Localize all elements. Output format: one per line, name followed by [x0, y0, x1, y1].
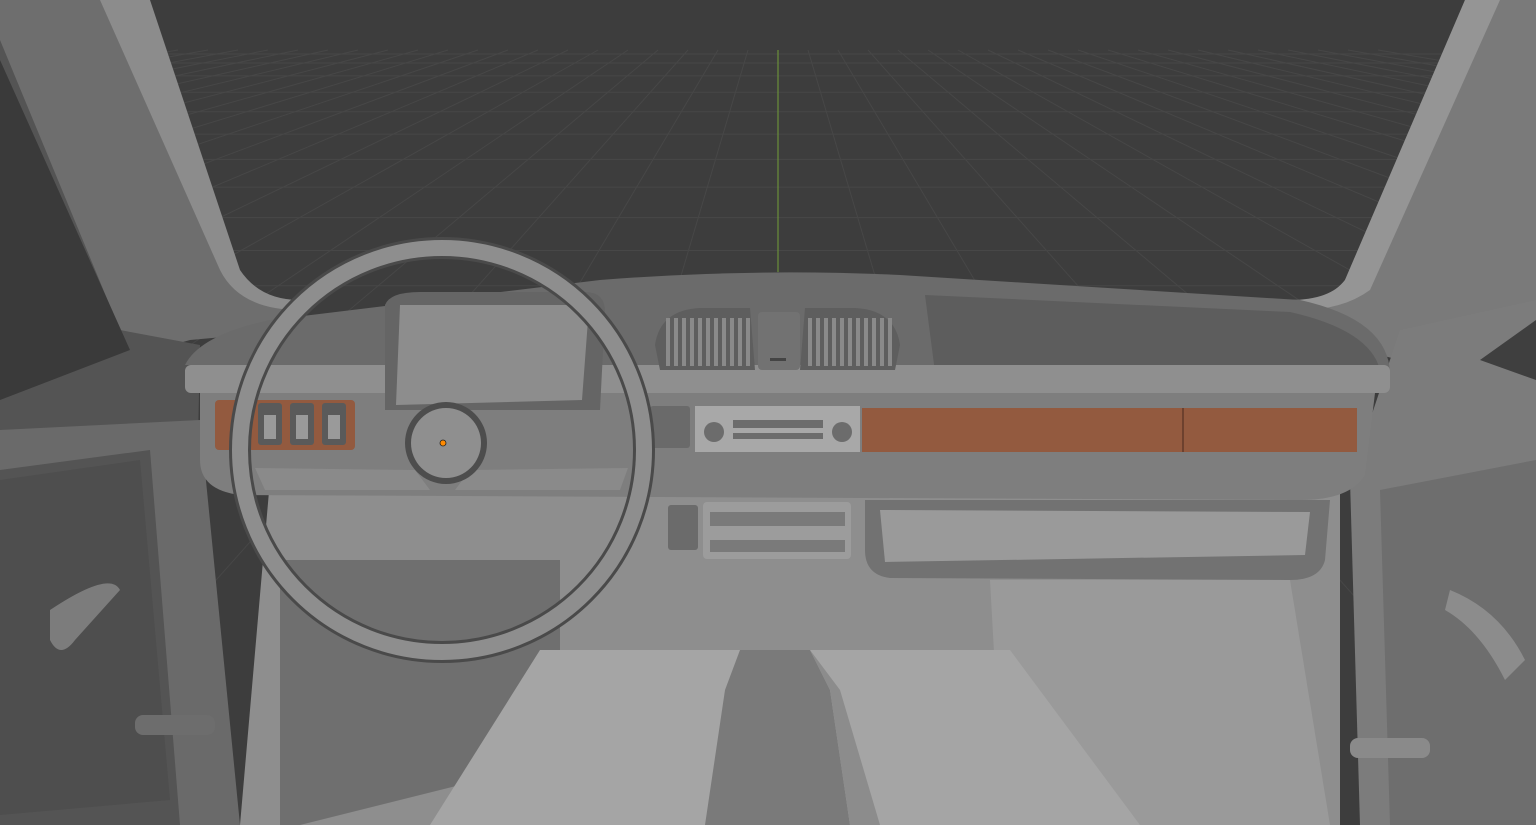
- switch-rocker: [328, 415, 340, 439]
- wheel-spoke-left: [255, 468, 430, 490]
- vent-slat: [690, 318, 694, 366]
- vent-slat: [738, 318, 742, 366]
- left-door-panel: [0, 460, 170, 815]
- vent-slat: [832, 318, 836, 366]
- heater-slider-bottom[interactable]: [710, 540, 845, 552]
- switch-rocker: [264, 415, 276, 439]
- right-wood-trim: [862, 408, 1357, 452]
- vent-slot: [770, 358, 786, 361]
- vent-slat: [856, 318, 860, 366]
- console-switch[interactable]: [668, 505, 698, 550]
- vent-slat: [888, 318, 892, 366]
- vent-slat: [698, 318, 702, 366]
- vent-control[interactable]: [758, 312, 800, 370]
- vent-slat: [714, 318, 718, 366]
- vent-slat: [816, 318, 820, 366]
- vent-slat: [746, 318, 750, 366]
- left-window-crank: [135, 715, 215, 735]
- 3d-viewport[interactable]: [0, 0, 1536, 825]
- vent-slat: [706, 318, 710, 366]
- vent-slat: [864, 318, 868, 366]
- wheel-spoke-right: [455, 468, 628, 490]
- origin-point-icon: [439, 439, 447, 447]
- vent-slat: [682, 318, 686, 366]
- ignition-panel: [650, 406, 690, 448]
- vent-slat: [872, 318, 876, 366]
- switch-rocker: [296, 415, 308, 439]
- vent-slat: [848, 318, 852, 366]
- vent-slat: [824, 318, 828, 366]
- vent-slat: [730, 318, 734, 366]
- vent-slat: [666, 318, 670, 366]
- heater-slider-top[interactable]: [710, 512, 845, 526]
- radio-knob-left[interactable]: [704, 422, 724, 442]
- vent-slat: [674, 318, 678, 366]
- radio-knob-right[interactable]: [832, 422, 852, 442]
- radio-slot: [733, 433, 823, 439]
- instrument-display: [396, 305, 589, 405]
- glovebox-inner: [880, 510, 1310, 562]
- vent-slat: [840, 318, 844, 366]
- scene-canvas[interactable]: [0, 0, 1536, 825]
- right-window-crank: [1350, 738, 1430, 758]
- vent-slat: [722, 318, 726, 366]
- vent-slat: [880, 318, 884, 366]
- radio-display: [733, 420, 823, 428]
- vent-slat: [808, 318, 812, 366]
